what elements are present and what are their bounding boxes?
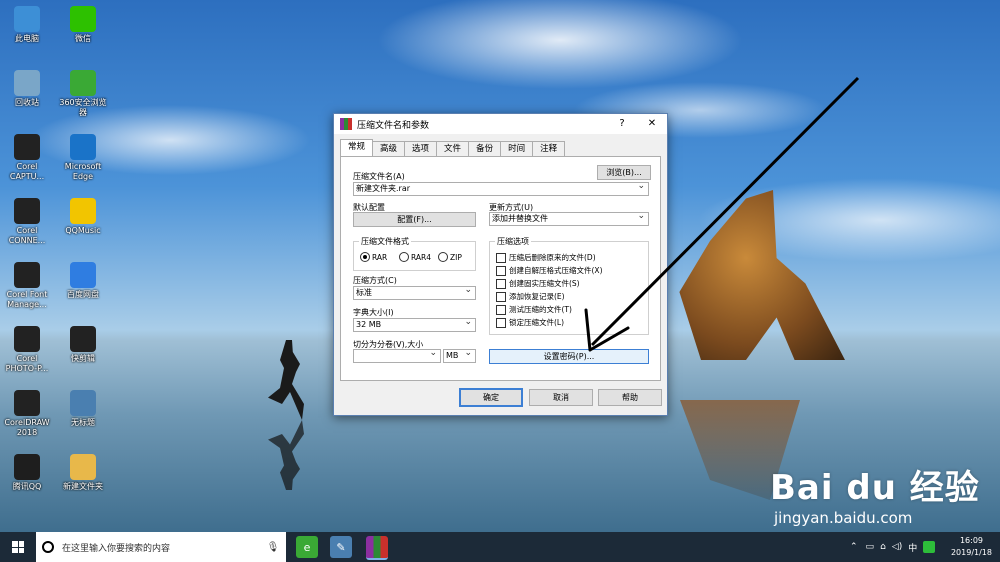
clock-time: 16:09 <box>959 536 984 545</box>
ime-indicator[interactable]: 中 <box>908 541 917 554</box>
start-button[interactable] <box>0 532 36 562</box>
windows-logo-icon <box>12 541 24 553</box>
microphone-icon[interactable]: 🎙 <box>266 542 280 553</box>
taskbar: 在这里输入你要搜索的内容 🎙 e ✎ ⌃ ▭ ⌂ ◁) 中 16:09 2019… <box>0 532 1000 562</box>
tray-chevron-icon[interactable]: ⌃ <box>850 542 858 552</box>
taskbar-360-browser-icon[interactable]: e <box>296 536 318 558</box>
volume-icon[interactable]: ◁) <box>892 542 902 552</box>
network-icon[interactable]: ⌂ <box>880 542 886 552</box>
battery-icon[interactable]: ▭ <box>866 542 875 552</box>
taskbar-clock[interactable]: 16:09 2019/1/18 <box>951 535 992 559</box>
taskbar-winrar-icon[interactable] <box>366 536 388 560</box>
watermark-url: jingyan.baidu.com <box>774 509 913 527</box>
cortana-icon <box>42 541 54 553</box>
app-tray-icon[interactable] <box>923 541 936 553</box>
search-placeholder: 在这里输入你要搜索的内容 <box>62 543 171 554</box>
clock-date: 2019/1/18 <box>950 548 992 557</box>
baidu-watermark: Bai du 经验 jingyan.baidu.com <box>770 460 980 527</box>
watermark-brand: Bai du 经验 <box>770 468 980 508</box>
taskbar-paint-icon[interactable]: ✎ <box>330 536 352 558</box>
system-tray: ⌃ ▭ ⌂ ◁) 中 <box>850 532 936 562</box>
taskbar-search[interactable]: 在这里输入你要搜索的内容 🎙 <box>36 532 286 562</box>
